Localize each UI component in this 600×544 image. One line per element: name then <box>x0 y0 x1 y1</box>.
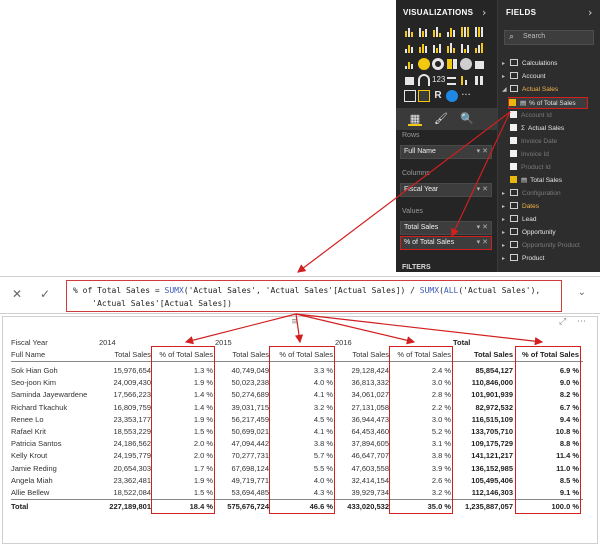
arrow-to-col-2014 <box>184 313 297 345</box>
arrow-to-col-2015 <box>294 313 304 344</box>
arrow-to-formula <box>297 111 511 273</box>
arrow-to-col-total <box>295 313 544 346</box>
arrow-to-values-well <box>451 111 511 238</box>
arrow-to-col-2016 <box>295 313 416 345</box>
annotation-overlay <box>184 111 544 346</box>
